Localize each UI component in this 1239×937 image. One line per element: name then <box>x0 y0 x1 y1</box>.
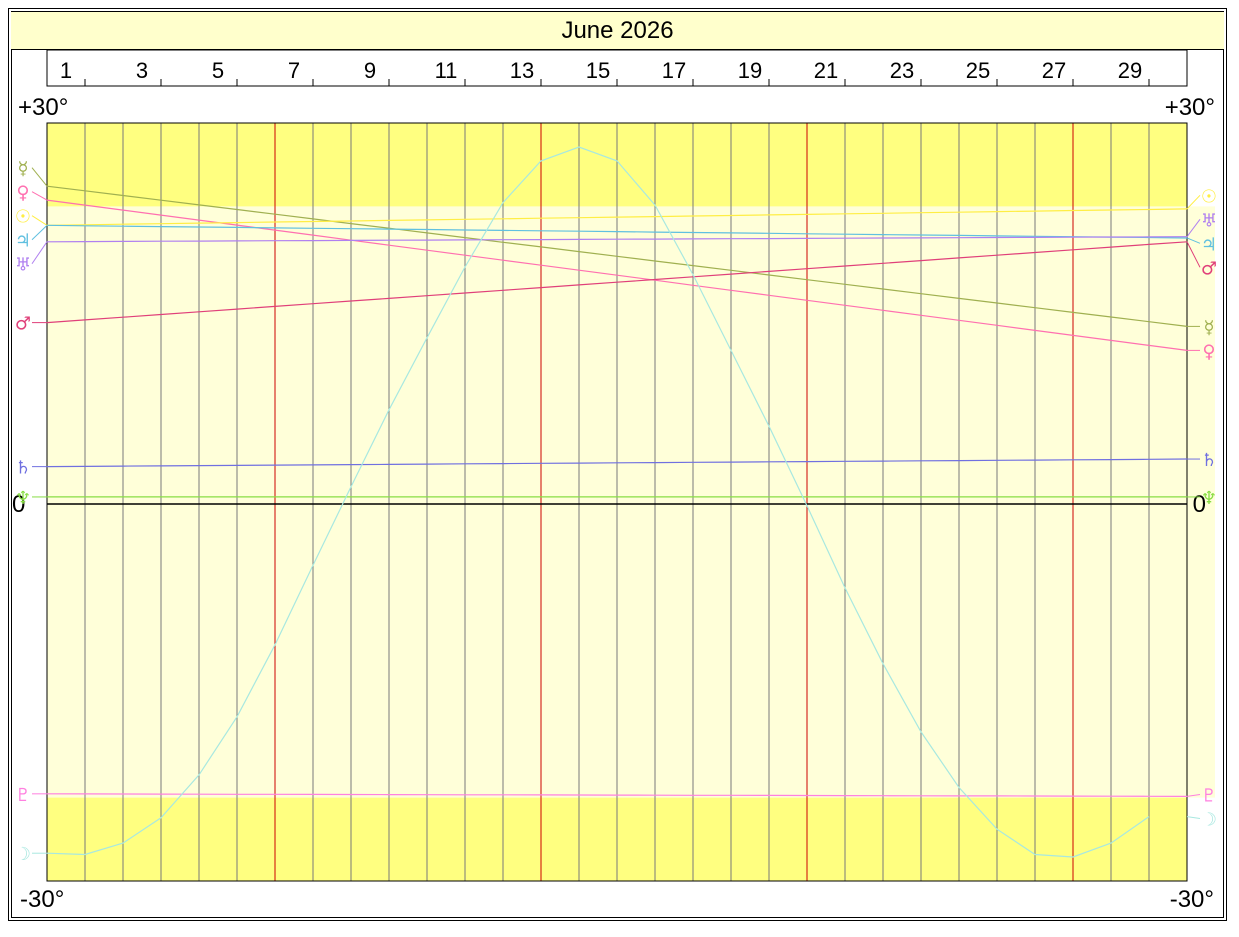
leader-line <box>31 224 48 241</box>
planet-glyph: ♀ <box>16 183 29 204</box>
day-tick-label: 13 <box>510 58 534 83</box>
planet-glyph: ☽ <box>1201 809 1217 830</box>
leader-line <box>31 191 48 201</box>
leader-line <box>1186 816 1201 819</box>
planet-glyph: ♃ <box>1201 234 1217 255</box>
day-tick-label: 23 <box>890 58 914 83</box>
day-tick-label: 27 <box>1042 58 1066 83</box>
day-tick-label: 5 <box>212 58 224 83</box>
planet-glyph: ♂ <box>15 314 31 335</box>
planet-glyph: ♂ <box>1201 258 1217 279</box>
planet-glyph: ♄ <box>1201 450 1217 471</box>
planet-glyph: ♅ <box>1201 210 1217 231</box>
day-tick-label: 21 <box>814 58 838 83</box>
planet-glyph: ♇ <box>15 785 31 806</box>
day-tick-label: 1 <box>60 58 72 83</box>
y-label-top-left: +30° <box>18 94 68 121</box>
day-tick-label: 3 <box>136 58 148 83</box>
planet-glyph: ♀ <box>1202 341 1215 362</box>
day-tick-label: 19 <box>738 58 762 83</box>
ecliptic-band <box>47 206 1215 798</box>
day-tick-label: 9 <box>364 58 376 83</box>
planet-glyph: ♇ <box>1201 785 1217 806</box>
planet-glyph: ♃ <box>15 231 31 252</box>
planet-glyph: ♅ <box>15 255 31 276</box>
day-tick-label: 7 <box>288 58 300 83</box>
day-tick-label: 17 <box>662 58 686 83</box>
planet-glyph: ♆ <box>15 488 31 509</box>
planet-glyph: ☿ <box>17 159 28 180</box>
day-tick-label: 25 <box>966 58 990 83</box>
planet-glyph: ☽ <box>15 844 31 865</box>
day-tick-label: 29 <box>1118 58 1142 83</box>
planet-glyph: ☿ <box>1203 317 1214 338</box>
planet-glyph: ♆ <box>1201 488 1217 509</box>
day-tick-label: 15 <box>586 58 610 83</box>
ephemeris-chart: 1 3 5 7 9 11 13 15 17 19 21 23 25 27 29 +30° +30°0 0-30°… <box>12 49 1217 913</box>
planet-glyph: ☉ <box>15 207 31 228</box>
leader-line <box>31 167 48 187</box>
y-label-bottom-left: -30° <box>20 886 64 913</box>
y-label-top-right: +30° <box>1165 94 1215 121</box>
leader-line <box>31 241 48 265</box>
leader-line <box>31 215 48 226</box>
y-label-bottom-right: -30° <box>1170 886 1214 913</box>
planet-glyph: ♄ <box>15 458 31 479</box>
day-tick-label: 11 <box>435 58 458 83</box>
planet-glyph: ☉ <box>1201 186 1217 207</box>
